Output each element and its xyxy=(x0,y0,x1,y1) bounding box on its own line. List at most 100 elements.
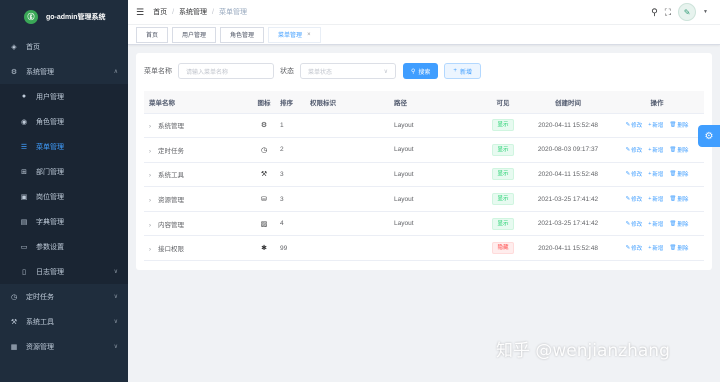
filter-form: 菜单名称 请输入菜单名称 状态 菜单状态 ∨ ⚲ 搜索 + 新增 xyxy=(144,63,487,79)
search-button[interactable]: ⚲ 搜索 xyxy=(403,63,439,79)
table-row[interactable]: › 定时任务 ◷ 2 Layout 显示 2020-08-03 09:17:37 ✎ 修改 + 新增… xyxy=(144,137,704,163)
trash-icon: 🗑 xyxy=(669,196,677,203)
fullscreen-icon[interactable]: ⛶ xyxy=(665,7,671,18)
settings-gear-icon[interactable]: ⚙ xyxy=(698,125,720,147)
cell-operations: ✎ 修改 + 新增 🗑 删除 xyxy=(610,162,704,188)
sidebar-item[interactable]: ⚒ 系统工具 ∨ xyxy=(0,309,128,334)
add-label: 新增 xyxy=(652,147,664,154)
delete-button[interactable]: 🗑 删除 xyxy=(669,146,688,154)
delete-button[interactable]: 🗑 删除 xyxy=(669,244,688,252)
expand-arrow-icon[interactable]: › xyxy=(149,223,158,229)
cell-icon: ▨ xyxy=(248,211,280,237)
edit-button[interactable]: ✎ 修改 xyxy=(626,170,643,178)
hamburger-icon[interactable]: ☰ xyxy=(136,7,144,18)
sidebar-item[interactable]: ☰ 菜单管理 xyxy=(0,134,128,159)
menu-list-icon: ☰ xyxy=(20,143,28,151)
add-child-button[interactable]: + 新增 xyxy=(648,244,663,252)
chevron-down-icon[interactable]: ▼ xyxy=(703,9,708,15)
cell-operations: ✎ 修改 + 新增 🗑 删除 xyxy=(610,235,704,262)
sidebar-item[interactable]: ● 用户管理 xyxy=(0,84,128,109)
expand-arrow-icon[interactable]: › xyxy=(149,247,158,253)
bug-icon: ✱ xyxy=(261,245,267,253)
delete-button[interactable]: 🗑 删除 xyxy=(669,195,688,203)
sidebar-item[interactable]: ⚙ 系统管理 ∧ xyxy=(0,59,128,84)
add-child-button[interactable]: + 新增 xyxy=(648,195,663,203)
sidebar-item-label: 定时任务 xyxy=(26,293,54,301)
sidebar-item[interactable]: ⊞ 部门管理 xyxy=(0,159,128,184)
watermark: 知乎 @wenjianzhang xyxy=(496,341,670,361)
edit-icon: ✎ xyxy=(625,171,631,178)
cell-operations: ✎ 修改 + 新增 🗑 删除 xyxy=(610,137,704,163)
delete-button[interactable]: 🗑 删除 xyxy=(669,121,688,129)
edit-label: 修改 xyxy=(631,123,643,130)
cell-icon: ◷ xyxy=(248,137,280,163)
sidebar-item[interactable]: ▦ 资源管理 ∨ xyxy=(0,334,128,359)
column-header-created-time: 创建时间 xyxy=(526,91,610,114)
add-child-button[interactable]: + 新增 xyxy=(648,146,663,154)
edit-button[interactable]: ✎ 修改 xyxy=(626,121,643,129)
status-badge: 显示 xyxy=(492,217,514,230)
table-row[interactable]: › 接口权限 ✱ 99 隐藏 2020-04-11 15:52:48 ✎ 修改 + 新增 🗑 删除 xyxy=(144,235,704,262)
tag-view-item[interactable]: 首页 xyxy=(136,26,169,43)
cell-sort: 3 xyxy=(280,186,310,212)
sidebar-item[interactable]: ◉ 角色管理 xyxy=(0,109,128,134)
sidebar-item[interactable]: ▣ 岗位管理 xyxy=(0,184,128,209)
edit-button[interactable]: ✎ 修改 xyxy=(626,146,643,154)
add-button-label: 新增 xyxy=(459,69,472,76)
sidebar-item[interactable]: ▤ 字典管理 xyxy=(0,209,128,234)
sidebar-item-label: 参数设置 xyxy=(36,243,64,251)
trash-icon: 🗑 xyxy=(669,146,677,153)
trash-icon: 🗑 xyxy=(669,122,677,129)
sidebar-item[interactable]: ▯ 日志管理 ∨ xyxy=(0,259,128,284)
table-row[interactable]: › 系统管理 ⚙ 1 Layout 显示 2020-04-11 15:52:48 ✎ 修改 + 新增… xyxy=(144,113,704,139)
menu-name-label: 菜单名称 xyxy=(144,68,172,75)
breadcrumb-home[interactable]: 首页 xyxy=(153,7,167,17)
expand-arrow-icon[interactable]: › xyxy=(149,173,158,179)
close-icon[interactable]: × xyxy=(307,32,311,38)
cell-icon: ⚒ xyxy=(248,162,280,188)
edit-button[interactable]: ✎ 修改 xyxy=(626,244,643,252)
delete-button[interactable]: 🗑 删除 xyxy=(669,220,688,228)
tag-view-item[interactable]: 菜单管理 × xyxy=(268,26,321,43)
delete-label: 删除 xyxy=(677,147,689,154)
table-row[interactable]: › 资源管理 ⛁ 3 Layout 显示 2021-03-25 17:41:42 ✎ 修改 + 新增… xyxy=(144,186,704,212)
submenu-arrow-icon: ∨ xyxy=(113,269,118,275)
status-select[interactable]: 菜单状态 ∨ xyxy=(300,63,396,79)
expand-arrow-icon[interactable]: › xyxy=(149,124,158,130)
delete-label: 删除 xyxy=(677,123,689,130)
menu-name-input[interactable]: 请输入菜单名称 xyxy=(178,63,274,79)
sidebar-item[interactable]: ◷ 定时任务 ∨ xyxy=(0,284,128,309)
logo[interactable]: ⓖ go-admin管理系统 xyxy=(0,0,128,34)
navbar-right: ⚲ ⛶ ✎ ▼ xyxy=(651,3,708,21)
status-badge: 隐藏 xyxy=(492,242,514,255)
table-row[interactable]: › 内容管理 ▨ 4 Layout 显示 2021-03-25 17:41:42 ✎ 修改 + 新增… xyxy=(144,211,704,237)
expand-arrow-icon[interactable]: › xyxy=(149,198,158,204)
search-icon[interactable]: ⚲ xyxy=(651,7,658,18)
column-header-permission: 权限标识 xyxy=(310,91,394,114)
sidebar-item-label: 字典管理 xyxy=(36,218,64,226)
table-row[interactable]: › 系统工具 ⚒ 3 Layout 显示 2020-04-11 15:52:48 ✎ 修改 + 新增… xyxy=(144,162,704,188)
tag-view-item[interactable]: 用户管理 xyxy=(172,26,217,43)
sidebar-item-label: 用户管理 xyxy=(36,93,64,101)
edit-label: 修改 xyxy=(631,197,643,204)
sidebar-item[interactable]: ◈ 首页 xyxy=(0,34,128,59)
add-child-button[interactable]: + 新增 xyxy=(648,220,663,228)
avatar[interactable]: ✎ xyxy=(678,3,697,21)
add-button[interactable]: + 新增 xyxy=(444,63,481,79)
menu-name: 定时任务 xyxy=(158,147,184,155)
tag-view-item[interactable]: 角色管理 xyxy=(220,26,265,43)
column-header-path: 路径 xyxy=(394,91,480,114)
cell-permission xyxy=(310,235,394,262)
add-child-button[interactable]: + 新增 xyxy=(648,121,663,129)
edit-button[interactable]: ✎ 修改 xyxy=(626,220,643,228)
breadcrumb-system[interactable]: 系统管理 xyxy=(179,7,207,17)
timer-icon: ◷ xyxy=(10,293,18,301)
status-placeholder: 菜单状态 xyxy=(308,69,333,76)
tag-label: 角色管理 xyxy=(230,33,255,39)
edit-button[interactable]: ✎ 修改 xyxy=(626,195,643,203)
expand-arrow-icon[interactable]: › xyxy=(149,149,158,155)
sidebar-item[interactable]: ▭ 参数设置 xyxy=(0,234,128,259)
tools-icon: ⚒ xyxy=(10,318,18,326)
delete-button[interactable]: 🗑 删除 xyxy=(669,170,688,178)
add-child-button[interactable]: + 新增 xyxy=(648,170,663,178)
